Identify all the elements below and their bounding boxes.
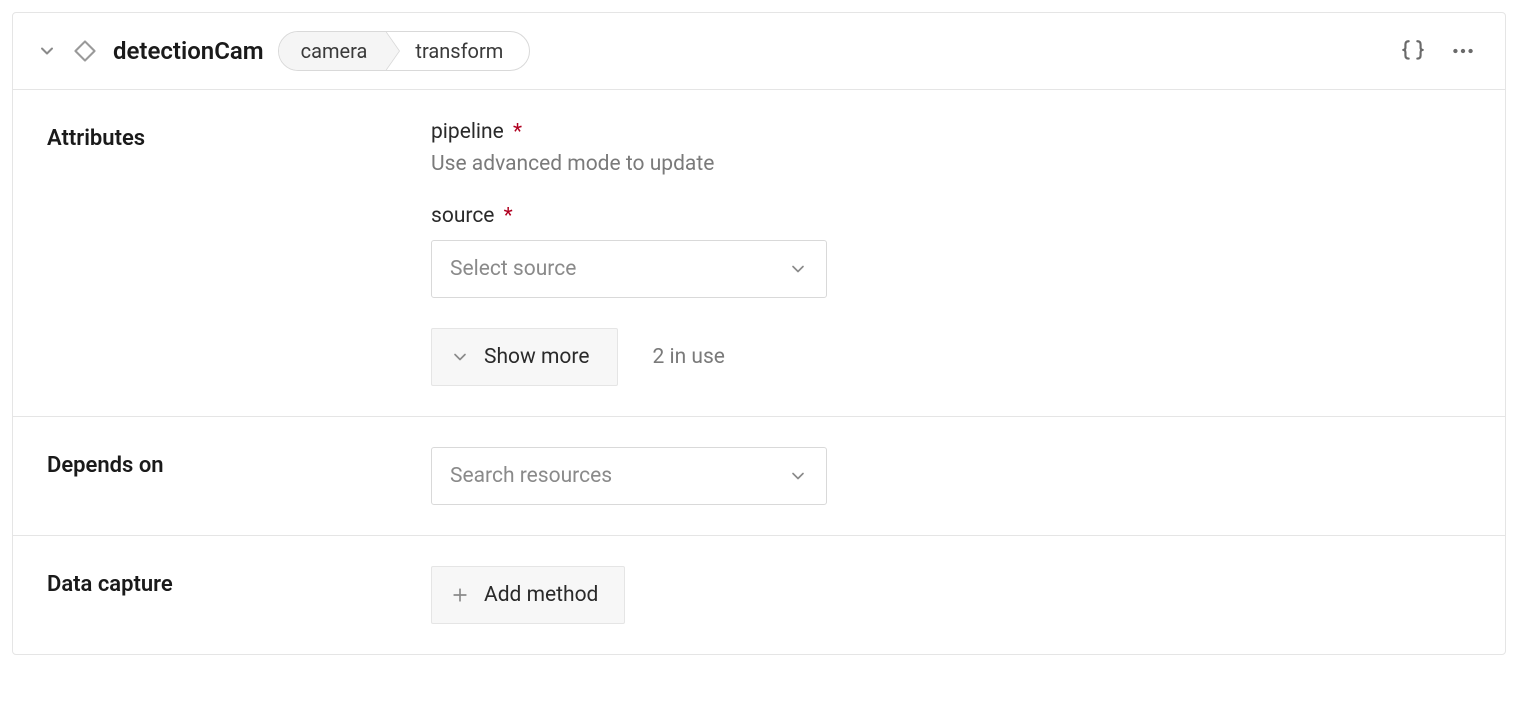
depends-on-placeholder: Search resources	[450, 464, 612, 488]
depends-on-select[interactable]: Search resources	[431, 447, 827, 505]
component-panel: detectionCam camera transform Attributes…	[12, 12, 1506, 655]
source-field-label: source *	[431, 204, 1505, 228]
section-label-attributes: Attributes	[47, 120, 407, 386]
component-name: detectionCam	[113, 37, 264, 65]
braces-icon	[1400, 38, 1426, 64]
show-more-row: Show more 2 in use	[431, 328, 1505, 386]
attributes-content: pipeline * Use advanced mode to update s…	[431, 120, 1505, 386]
source-select[interactable]: Select source	[431, 240, 827, 298]
in-use-count: 2 in use	[652, 345, 724, 369]
depends-on-section: Depends on Search resources	[13, 417, 1505, 536]
advanced-json-toggle[interactable]	[1395, 33, 1431, 69]
breadcrumb-model[interactable]: transform	[387, 32, 529, 70]
attributes-section: Attributes pipeline * Use advanced mode …	[13, 90, 1505, 417]
section-label-depends-on: Depends on	[47, 447, 407, 505]
add-method-button[interactable]: Add method	[431, 566, 625, 624]
pipeline-field-label: pipeline *	[431, 120, 1505, 144]
data-capture-section: Data capture Add method	[13, 536, 1505, 654]
more-actions-button[interactable]	[1445, 33, 1481, 69]
chevron-down-icon	[788, 466, 808, 486]
component-type-icon	[71, 37, 99, 65]
breadcrumb-type[interactable]: camera	[279, 32, 388, 70]
collapse-toggle[interactable]	[37, 41, 57, 61]
required-marker: *	[504, 204, 513, 228]
diamond-icon	[71, 37, 99, 65]
chevron-down-icon	[37, 41, 57, 61]
show-more-button[interactable]: Show more	[431, 328, 618, 386]
section-label-data-capture: Data capture	[47, 566, 407, 624]
pipeline-label-text: pipeline	[431, 120, 504, 144]
show-more-label: Show more	[484, 345, 589, 369]
chevron-down-icon	[788, 259, 808, 279]
plus-icon	[450, 585, 470, 605]
source-select-placeholder: Select source	[450, 257, 576, 281]
source-label-text: source	[431, 204, 494, 228]
panel-header: detectionCam camera transform	[13, 13, 1505, 90]
type-model-breadcrumb: camera transform	[278, 31, 531, 71]
ellipsis-icon	[1450, 38, 1476, 64]
required-marker: *	[513, 120, 522, 144]
data-capture-content: Add method	[431, 566, 1505, 624]
pipeline-hint: Use advanced mode to update	[431, 152, 1505, 176]
add-method-label: Add method	[484, 583, 598, 607]
chevron-down-icon	[450, 347, 470, 367]
depends-on-content: Search resources	[431, 447, 1505, 505]
